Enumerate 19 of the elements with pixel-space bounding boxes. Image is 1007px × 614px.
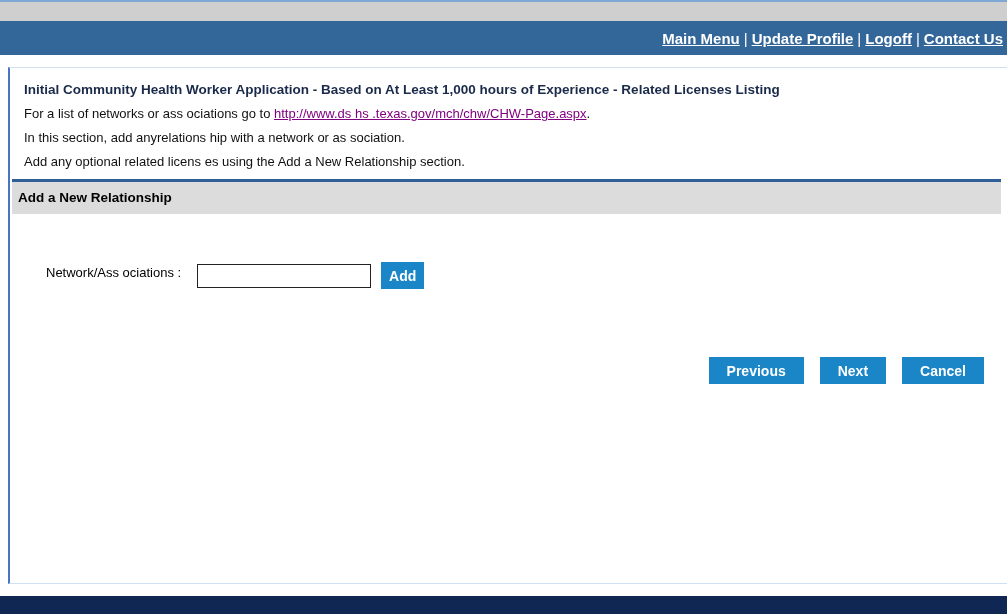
header-link[interactable]: Contact Us — [923, 29, 1003, 47]
section-header: Add a New Relationship — [12, 179, 1001, 214]
field-label: Network/Ass ociations : — [46, 265, 182, 280]
separator: | — [915, 29, 920, 47]
intro-text: For a list of networks or ass ociations go to http://www.ds hs .texas.gov/mch/chw/CHW-Page.aspx. — [23, 106, 592, 121]
separator: | — [857, 29, 862, 47]
separator: | — [743, 29, 748, 47]
page-title: Initial Community Health Worker Application - Based on At Least 1,000 hours of Experience - Related Licenses Listing — [23, 82, 781, 97]
header-link[interactable]: Logoff — [865, 29, 912, 47]
url-link[interactable]: http://www.ds hs .texas.gov/mch/chw/CHW-Page.aspx — [274, 106, 587, 121]
note-text: In this section, add anyrelations hip with a network or as sociation. — [23, 130, 406, 145]
nav-button[interactable]: Next — [819, 357, 887, 384]
note-text: Add any optional related licens es using the Add a New Relationship section. — [23, 154, 466, 169]
input-field[interactable] — [197, 263, 372, 288]
nav-button[interactable]: Cancel — [902, 357, 984, 384]
header-link[interactable]: Update Profile — [751, 29, 854, 47]
nav-button[interactable]: Previous — [708, 357, 804, 384]
add-button[interactable]: Add — [381, 262, 425, 289]
header-link[interactable]: Main Menu — [662, 29, 740, 47]
